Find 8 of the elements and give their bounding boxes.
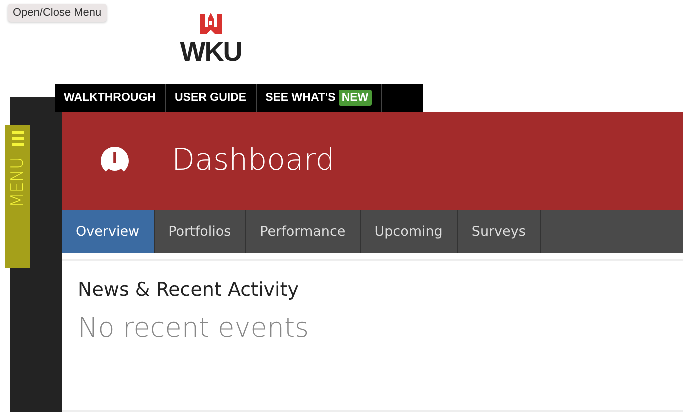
menu-icon <box>12 131 24 147</box>
new-badge: NEW <box>338 90 372 106</box>
section-heading: News & Recent Activity <box>78 278 300 301</box>
empty-message: No recent events <box>78 312 310 344</box>
tooltip: Open/Close Menu <box>8 4 107 22</box>
page-title: Dashboard <box>172 143 335 178</box>
tab[interactable]: Overview <box>62 210 155 253</box>
logo-text: WKU <box>180 37 242 68</box>
